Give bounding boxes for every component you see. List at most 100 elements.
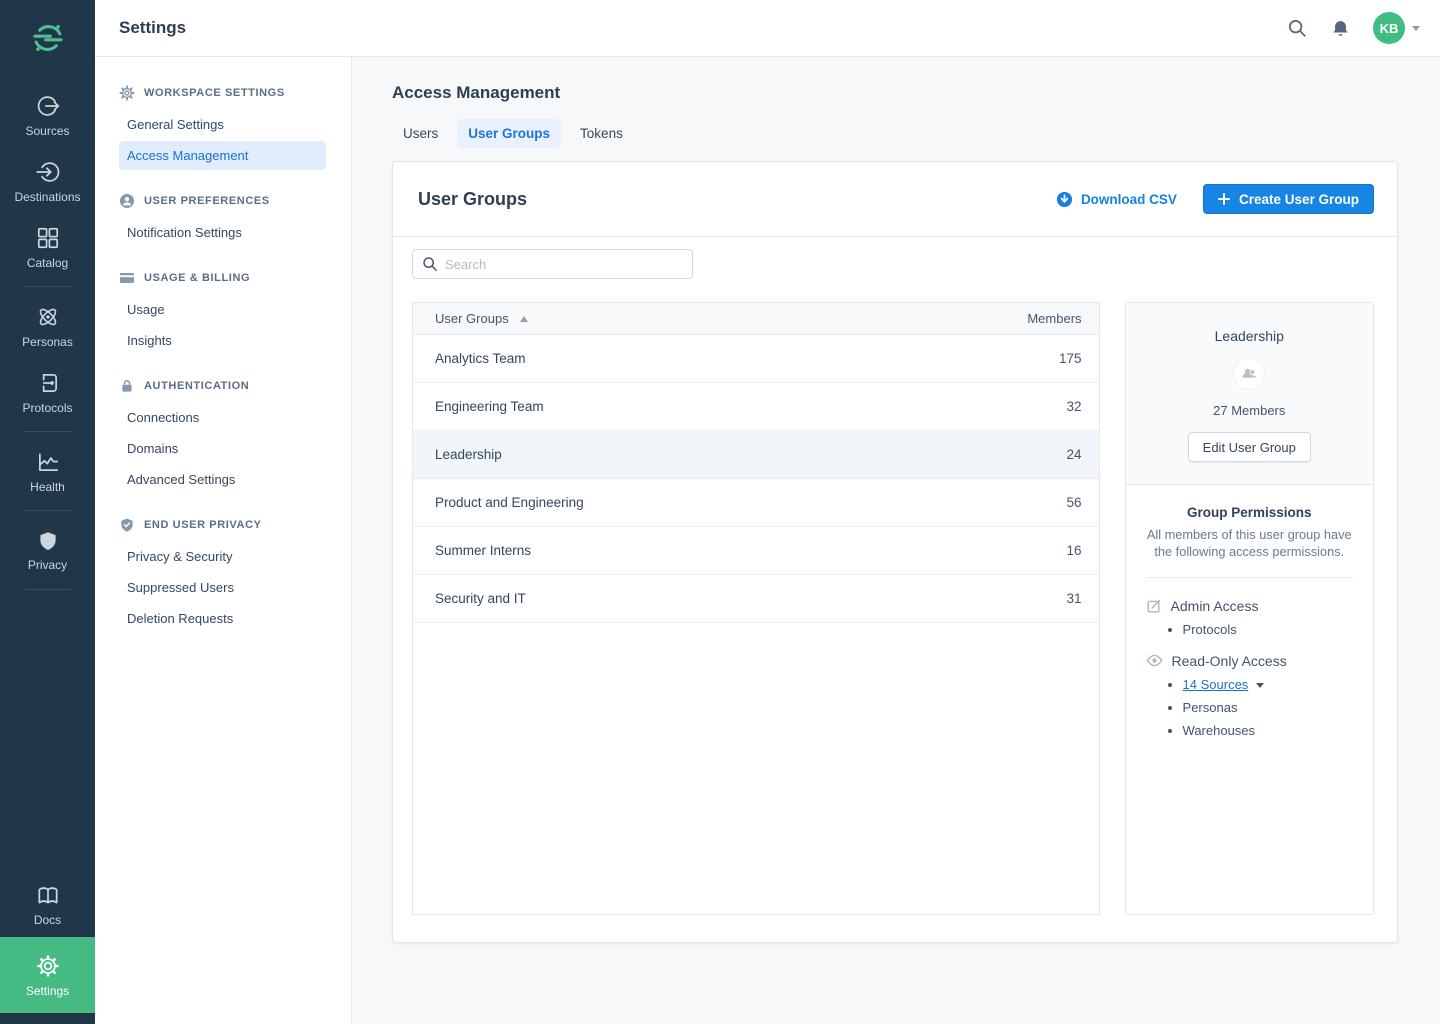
search-icon	[422, 256, 438, 272]
group-permissions: Group Permissions All members of this us…	[1126, 485, 1373, 738]
search-input[interactable]	[412, 249, 693, 279]
edit-icon	[1146, 598, 1162, 614]
sidebar-bottom: Docs Settings	[0, 871, 95, 1024]
nav-item-deletion-requests[interactable]: Deletion Requests	[119, 604, 326, 633]
nav-item-suppressed-users[interactable]: Suppressed Users	[119, 573, 326, 602]
permission-group-read-only: Read-Only Access 14 Sources Personas War…	[1146, 652, 1353, 738]
avatar[interactable]: KB	[1373, 12, 1405, 44]
group-name: Product and Engineering	[413, 495, 1009, 510]
sources-count-link[interactable]: 14 Sources	[1183, 677, 1249, 692]
top-bar: Settings KB	[95, 0, 1440, 57]
permission-item: Personas	[1183, 700, 1353, 715]
tab-user-groups[interactable]: User Groups	[457, 119, 561, 148]
create-user-group-label: Create User Group	[1239, 192, 1359, 207]
tab-tokens[interactable]: Tokens	[569, 119, 634, 148]
account-menu[interactable]: KB	[1373, 12, 1420, 44]
nav-item-advanced-settings[interactable]: Advanced Settings	[119, 465, 326, 494]
permission-group-label: Admin Access	[1146, 598, 1353, 614]
create-user-group-button[interactable]: Create User Group	[1203, 184, 1374, 214]
destinations-icon	[35, 159, 61, 185]
notifications-button[interactable]	[1330, 18, 1351, 39]
sidebar-item-label: Settings	[26, 984, 69, 998]
group-name: Analytics Team	[413, 351, 1009, 366]
group-avatar	[1234, 359, 1264, 389]
nav-item-insights[interactable]: Insights	[119, 326, 326, 355]
member-count: 32	[1009, 399, 1099, 414]
edit-user-group-button[interactable]: Edit User Group	[1188, 432, 1311, 462]
group-name: Leadership	[1136, 328, 1363, 344]
segment-logo[interactable]	[26, 16, 70, 60]
settings-sidebar: WORKSPACE SETTINGS General Settings Acce…	[95, 57, 352, 1024]
nav-section-authentication: AUTHENTICATION Connections Domains Advan…	[95, 370, 351, 494]
column-header-user-groups[interactable]: User Groups	[413, 311, 1009, 326]
personas-atom-icon	[35, 304, 61, 330]
download-icon	[1056, 191, 1073, 208]
sidebar-item-destinations[interactable]: Destinations	[0, 148, 95, 214]
settings-gear-icon	[35, 953, 61, 979]
gear-icon	[119, 85, 135, 101]
nav-item-connections[interactable]: Connections	[119, 403, 326, 432]
nav-item-domains[interactable]: Domains	[119, 434, 326, 463]
table-row[interactable]: Summer Interns 16	[413, 527, 1099, 575]
permission-group-title: Admin Access	[1171, 598, 1259, 614]
permission-group-label: Read-Only Access	[1146, 652, 1353, 669]
table-row[interactable]: Security and IT 31	[413, 575, 1099, 623]
nav-item-privacy-security[interactable]: Privacy & Security	[119, 542, 326, 571]
sidebar-item-health[interactable]: Health	[0, 438, 95, 504]
nav-item-general-settings[interactable]: General Settings	[119, 110, 326, 139]
shield-check-icon	[119, 517, 135, 533]
nav-section-user-preferences: USER PREFERENCES Notification Settings	[95, 185, 351, 247]
nav-section-header: USER PREFERENCES	[95, 185, 351, 216]
nav-section-header: USAGE & BILLING	[95, 262, 351, 293]
member-count: 24	[1009, 447, 1099, 462]
sidebar-item-personas[interactable]: Personas	[0, 293, 95, 359]
sidebar-item-label: Privacy	[28, 558, 67, 572]
bell-icon	[1330, 18, 1351, 39]
permission-item: 14 Sources	[1183, 677, 1353, 692]
page-header-title: Settings	[119, 18, 186, 38]
table-row[interactable]: Analytics Team 175	[413, 335, 1099, 383]
table-row[interactable]: Product and Engineering 56	[413, 479, 1099, 527]
member-count: 56	[1009, 495, 1099, 510]
sources-icon	[35, 93, 61, 119]
permission-group-admin: Admin Access Protocols	[1146, 598, 1353, 637]
member-count: 16	[1009, 543, 1099, 558]
sidebar-item-protocols[interactable]: Protocols	[0, 359, 95, 425]
group-name: Leadership	[413, 447, 1009, 462]
sidebar-item-privacy[interactable]: Privacy	[0, 517, 95, 583]
sidebar-item-settings[interactable]: Settings	[0, 937, 95, 1013]
nav-section-end-user-privacy: END USER PRIVACY Privacy & Security Supp…	[95, 509, 351, 633]
nav-section-title: END USER PRIVACY	[144, 519, 262, 531]
download-csv-label: Download CSV	[1081, 192, 1177, 207]
search-button[interactable]	[1286, 17, 1308, 39]
nav-item-access-management[interactable]: Access Management	[119, 141, 326, 170]
column-label: User Groups	[435, 311, 509, 326]
sidebar-item-sources[interactable]: Sources	[0, 82, 95, 148]
chevron-down-icon[interactable]	[1256, 683, 1264, 688]
nav-section-title: AUTHENTICATION	[144, 380, 249, 392]
user-groups-card: User Groups Download CSV	[392, 161, 1398, 943]
catalog-grid-icon	[35, 225, 61, 251]
permissions-subtitle: All members of this user group have the …	[1146, 527, 1353, 560]
table-row[interactable]: Engineering Team 32	[413, 383, 1099, 431]
main-content: Access Management Users User Groups Toke…	[352, 57, 1440, 1024]
nav-section-title: WORKSPACE SETTINGS	[144, 87, 285, 99]
health-chart-icon	[35, 449, 61, 475]
sidebar-item-docs[interactable]: Docs	[0, 871, 95, 937]
app-sidebar: Sources Destinations Catalog	[0, 0, 95, 1024]
sidebar-divider	[25, 286, 71, 287]
download-csv-button[interactable]: Download CSV	[1056, 191, 1177, 208]
nav-section-title: USAGE & BILLING	[144, 272, 250, 284]
search-icon	[1286, 17, 1308, 39]
column-header-members[interactable]: Members	[1009, 311, 1099, 326]
user-groups-table: User Groups Members Analytics Team 175 E	[412, 302, 1100, 915]
table-header-row: User Groups Members	[413, 303, 1099, 335]
sidebar-item-label: Health	[30, 480, 65, 494]
group-name: Security and IT	[413, 591, 1009, 606]
member-count: 31	[1009, 591, 1099, 606]
nav-item-usage[interactable]: Usage	[119, 295, 326, 324]
sidebar-item-catalog[interactable]: Catalog	[0, 214, 95, 280]
nav-item-notification-settings[interactable]: Notification Settings	[119, 218, 326, 247]
table-row-selected[interactable]: Leadership 24	[413, 431, 1099, 479]
tab-users[interactable]: Users	[392, 119, 449, 148]
